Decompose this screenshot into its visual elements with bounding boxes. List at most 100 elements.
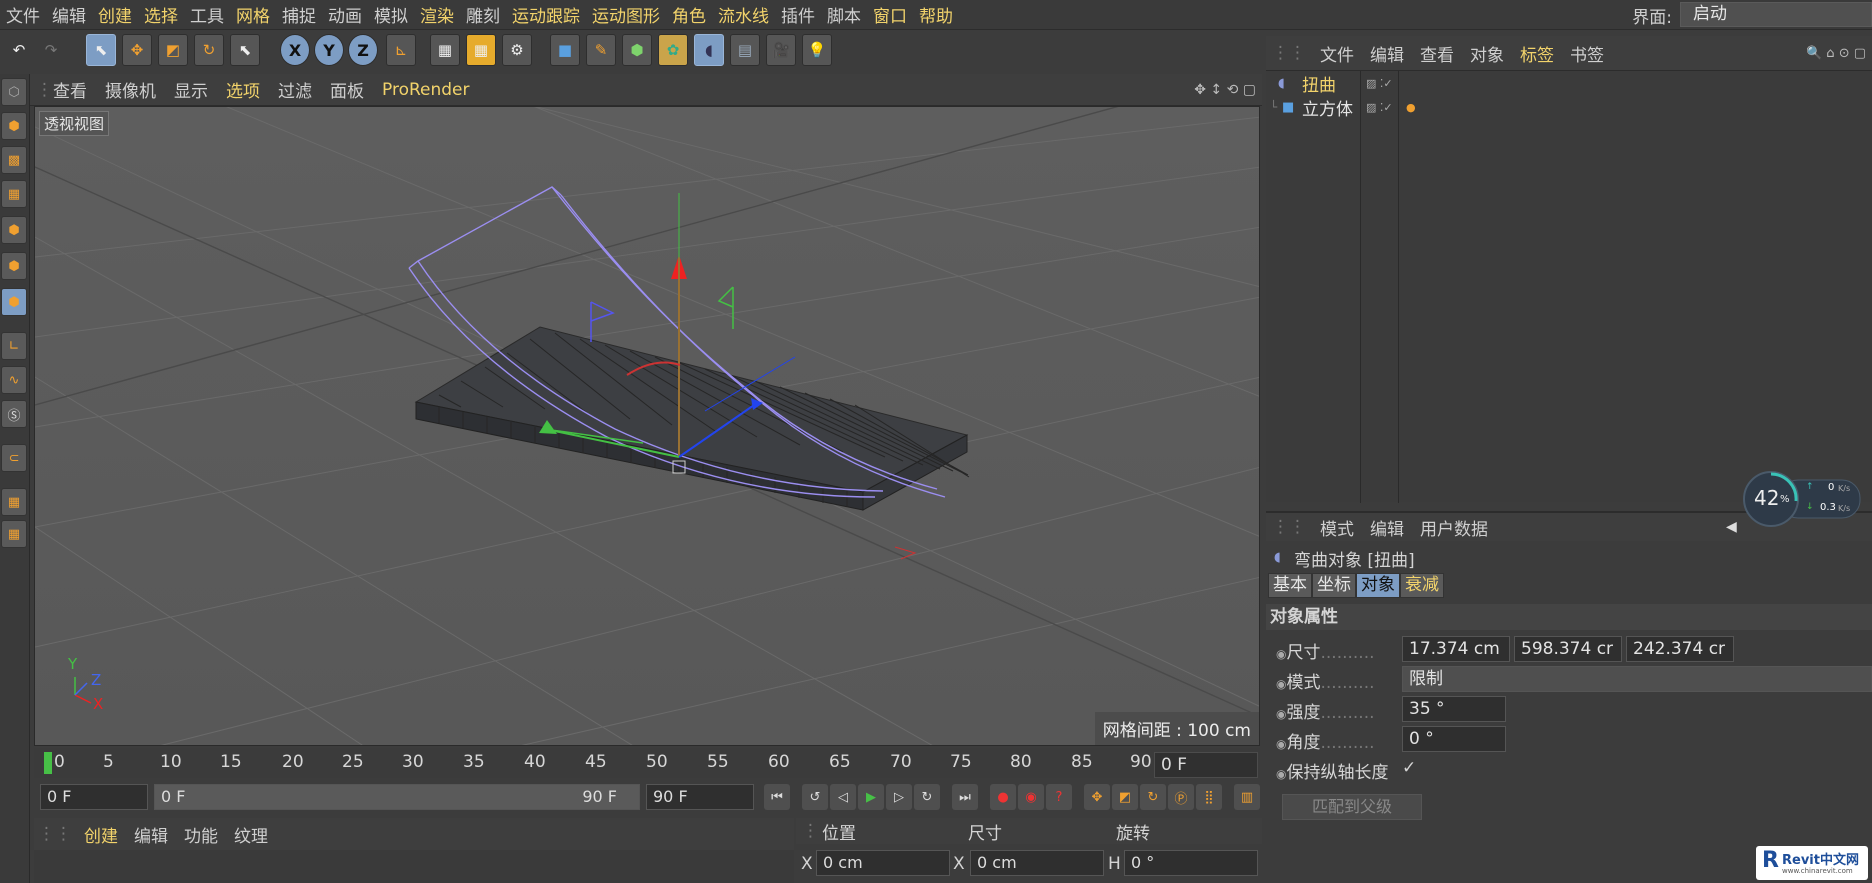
menu-window[interactable]: 窗口 xyxy=(867,2,913,27)
keep-length-checkbox[interactable]: ✓ xyxy=(1402,758,1416,778)
z-axis-lock-icon[interactable]: Z xyxy=(348,34,378,66)
move-icon[interactable]: ✥ xyxy=(122,34,152,66)
om-menu-bookmarks[interactable]: 书签 xyxy=(1562,41,1612,66)
goto-start-icon[interactable]: ⏮ xyxy=(764,784,790,810)
layout-select[interactable]: 启动 xyxy=(1680,2,1872,27)
undo-icon[interactable]: ↶ xyxy=(4,34,34,66)
menu-animate[interactable]: 动画 xyxy=(322,2,368,27)
keyframe-selection-icon[interactable]: ? xyxy=(1046,784,1072,810)
mode-dropdown[interactable]: 限制 xyxy=(1402,666,1872,692)
size-y-value[interactable]: 598.374 cr xyxy=(1514,636,1622,662)
key-rotation-icon[interactable]: ↻ xyxy=(1140,784,1166,810)
edges-mode-icon[interactable]: ⬢ xyxy=(1,252,27,280)
goto-end-icon[interactable]: ⏭ xyxy=(952,784,978,810)
mat-menu-create[interactable]: 创建 xyxy=(76,822,126,847)
menu-plugins[interactable]: 插件 xyxy=(775,2,821,27)
current-frame-field[interactable]: 0 F xyxy=(1154,752,1258,778)
object-name[interactable]: 扭曲 xyxy=(1302,71,1336,96)
om-menu-objects[interactable]: 对象 xyxy=(1462,41,1512,66)
recent-tool-icon[interactable]: ⬉ xyxy=(230,34,260,66)
vp-menu-display[interactable]: 显示 xyxy=(165,77,217,102)
deformer-icon[interactable]: ◖ xyxy=(694,34,724,66)
rotate-icon[interactable]: ↻ xyxy=(194,34,224,66)
render-picture-viewer-icon[interactable]: ▦ xyxy=(466,34,496,66)
menu-pipeline[interactable]: 流水线 xyxy=(712,2,775,27)
snap-icon[interactable]: ⊂ xyxy=(1,444,27,472)
menu-snap[interactable]: 捕捉 xyxy=(276,2,322,27)
timeline-window-icon[interactable]: ▥ xyxy=(1234,784,1260,810)
key-parameter-icon[interactable]: Ⓟ xyxy=(1168,784,1194,810)
coordinate-system-icon[interactable]: ⊾ xyxy=(386,34,416,66)
fit-to-parent-button[interactable]: 匹配到父级 xyxy=(1282,794,1422,820)
points-mode-icon[interactable]: ⬢ xyxy=(1,216,27,244)
record-icon[interactable]: ● xyxy=(990,784,1016,810)
menu-select[interactable]: 选择 xyxy=(138,2,184,27)
menu-simulate[interactable]: 模拟 xyxy=(368,2,414,27)
phong-tag-icon[interactable]: ● xyxy=(1406,101,1416,114)
object-row-cube[interactable]: └ ■ 立方体 ▨ ⁚✓ ● xyxy=(1266,95,1872,120)
vp-menu-panel[interactable]: 面板 xyxy=(321,77,373,102)
key-pla-icon[interactable]: ⣿ xyxy=(1196,784,1222,810)
solo-icon[interactable]: Ⓢ xyxy=(1,400,27,428)
auto-key-icon[interactable]: ◉ xyxy=(1018,784,1044,810)
mat-menu-edit[interactable]: 编辑 xyxy=(126,822,176,847)
lock-workplane-icon[interactable]: ▦ xyxy=(1,488,27,516)
tab-coord[interactable]: 坐标 xyxy=(1312,573,1356,598)
om-menu-edit[interactable]: 编辑 xyxy=(1362,41,1412,66)
am-menu-edit[interactable]: 编辑 xyxy=(1362,515,1412,540)
prev-frame-icon[interactable]: ◁ xyxy=(830,784,856,810)
texture-mode-icon[interactable]: ▩ xyxy=(1,146,27,174)
vp-menu-view[interactable]: 查看 xyxy=(44,77,96,102)
rotation-h-field[interactable]: 0 ° xyxy=(1124,850,1258,876)
workplane-icon[interactable]: ▦ xyxy=(1,180,27,208)
vp-menu-options[interactable]: 选项 xyxy=(217,77,269,102)
next-key-icon[interactable]: ↻ xyxy=(914,784,940,810)
axis-mode-icon[interactable]: ∟ xyxy=(1,332,27,360)
vp-menu-filter[interactable]: 过滤 xyxy=(269,77,321,102)
object-name[interactable]: 立方体 xyxy=(1302,95,1353,120)
array-icon[interactable]: ✿ xyxy=(658,34,688,66)
menu-sculpt[interactable]: 雕刻 xyxy=(460,2,506,27)
render-view-icon[interactable]: ▦ xyxy=(430,34,460,66)
viewport-nav-icons[interactable]: ✥ ↕ ⟲ ▢ xyxy=(1194,82,1256,98)
position-x-field[interactable]: 0 cm xyxy=(816,850,950,876)
perspective-viewport[interactable]: Y Z X 透视视图 网格间距 : 100 cm xyxy=(34,106,1260,746)
size-x-value[interactable]: 17.374 cm xyxy=(1402,636,1510,662)
visibility-toggle-icon[interactable]: ▨ ⁚✓ xyxy=(1366,101,1393,114)
next-frame-icon[interactable]: ▷ xyxy=(886,784,912,810)
menu-create[interactable]: 创建 xyxy=(92,2,138,27)
preview-range-slider[interactable]: 0 F 90 F xyxy=(154,784,640,810)
mat-menu-function[interactable]: 功能 xyxy=(176,822,226,847)
camera-icon[interactable]: 🎥 xyxy=(766,34,796,66)
key-scale-icon[interactable]: ◩ xyxy=(1112,784,1138,810)
floor-icon[interactable]: ▤ xyxy=(730,34,760,66)
key-position-icon[interactable]: ✥ xyxy=(1084,784,1110,810)
angle-field[interactable]: 0 ° xyxy=(1402,726,1506,752)
size-z-value[interactable]: 242.374 cr xyxy=(1626,636,1734,662)
polygons-mode-icon[interactable]: ⬢ xyxy=(1,288,27,316)
menu-script[interactable]: 脚本 xyxy=(821,2,867,27)
x-axis-lock-icon[interactable]: X xyxy=(280,34,310,66)
menu-render[interactable]: 渲染 xyxy=(414,2,460,27)
mat-menu-texture[interactable]: 纹理 xyxy=(226,822,276,847)
start-frame-field[interactable]: 0 F xyxy=(40,784,148,810)
render-settings-icon[interactable]: ⚙ xyxy=(502,34,532,66)
size-x-field[interactable]: 0 cm xyxy=(970,850,1104,876)
menu-file[interactable]: 文件 xyxy=(0,2,46,27)
prev-key-icon[interactable]: ↺ xyxy=(802,784,828,810)
tab-basic[interactable]: 基本 xyxy=(1268,573,1312,598)
tab-falloff[interactable]: 衰减 xyxy=(1400,573,1444,598)
live-select-icon[interactable]: ⬉ xyxy=(86,34,116,66)
vp-menu-cameras[interactable]: 摄像机 xyxy=(96,77,165,102)
cube-icon[interactable]: ■ xyxy=(550,34,580,66)
make-editable-icon[interactable]: ⬡ xyxy=(1,78,27,106)
planar-workplane-icon[interactable]: ▦ xyxy=(1,520,27,548)
playhead-marker[interactable] xyxy=(44,752,52,774)
visibility-toggle-icon[interactable]: ▨ ⁚✓ xyxy=(1366,77,1393,90)
menu-mesh[interactable]: 网格 xyxy=(230,2,276,27)
light-icon[interactable]: 💡 xyxy=(802,34,832,66)
strength-field[interactable]: 35 ° xyxy=(1402,696,1506,722)
tab-object[interactable]: 对象 xyxy=(1356,573,1400,598)
pen-icon[interactable]: ✎ xyxy=(586,34,616,66)
menu-mograph[interactable]: 运动图形 xyxy=(586,2,666,27)
